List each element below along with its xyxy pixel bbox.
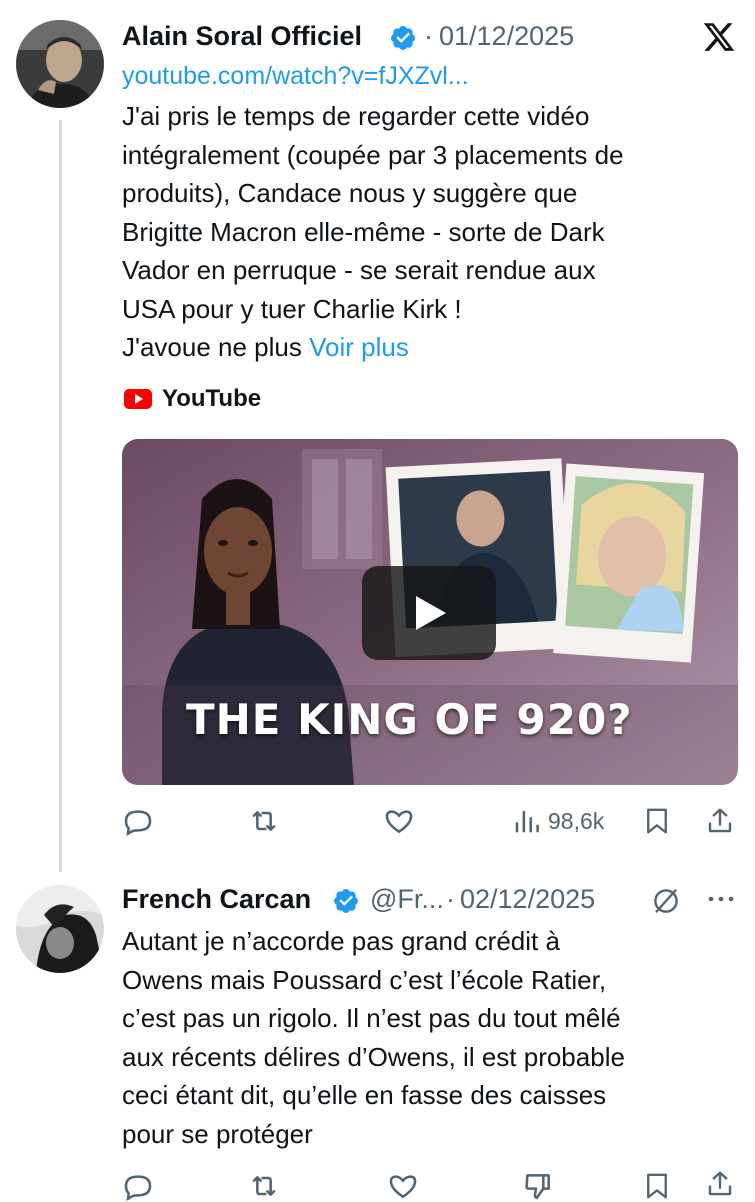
video-thumbnail-card[interactable]: THE KING OF 920? [122, 439, 738, 785]
repost-icon [252, 811, 276, 831]
share-icon [708, 808, 732, 833]
views-button[interactable]: 98,6k [512, 805, 604, 837]
repost-button[interactable] [247, 805, 281, 837]
bookmark-button[interactable] [642, 1170, 672, 1202]
views-icon [515, 811, 539, 833]
like-button[interactable] [386, 1170, 420, 1202]
separator-dot: · [424, 21, 433, 51]
reply-button[interactable] [122, 805, 154, 837]
bookmark-button[interactable] [642, 805, 672, 837]
more-icon[interactable] [704, 889, 738, 909]
dislike-button[interactable] [522, 1170, 554, 1202]
like-icon [385, 810, 413, 834]
tweet-text-line: intégralement (coupée par 3 placements d… [122, 139, 624, 170]
bookmark-icon [647, 808, 667, 834]
share-button[interactable] [705, 805, 735, 837]
share-icon [708, 1171, 732, 1196]
share-button[interactable] [705, 1168, 735, 1200]
tweet-date[interactable]: 01/12/2025 [439, 21, 574, 52]
reply-text-line: Owens mais Poussard c’est l’école Ratier… [122, 964, 607, 995]
separator-dot: · [446, 884, 455, 914]
reply-author-handle[interactable]: @Fr... [370, 884, 444, 915]
play-icon [416, 596, 446, 630]
tweet-text-line: J'avoue ne plus [122, 332, 310, 362]
tweet-text-line: Vador en perruque - se serait rendue aux [122, 255, 596, 285]
reply-text-line: ceci étant dit, qu’elle en fasse des cai… [122, 1080, 607, 1110]
verified-badge-icon [389, 24, 417, 52]
reply-author-avatar[interactable] [16, 885, 104, 973]
reply-date[interactable]: 02/12/2025 [460, 884, 595, 915]
play-button[interactable] [362, 566, 496, 660]
x-logo-icon[interactable] [701, 20, 737, 54]
dislike-icon [525, 1174, 550, 1200]
youtube-link[interactable]: youtube.com/watch?v=fJXZvl... [122, 62, 469, 91]
reply-text: Autant je n’accorde pas grand crédit à O… [122, 922, 742, 1153]
tweet-text-last-line: J'avoue ne plus Voir plus [122, 328, 742, 367]
repost-button[interactable] [247, 1170, 281, 1202]
reply-button[interactable] [122, 1170, 154, 1202]
views-count: 98,6k [548, 807, 605, 834]
grok-icon[interactable] [650, 886, 682, 916]
tweet-text-line: J'ai pris le temps de regarder cette vid… [122, 101, 590, 131]
like-button[interactable] [382, 805, 416, 837]
repost-icon [252, 1176, 276, 1196]
tweet-text: J'ai pris le temps de regarder cette vid… [122, 97, 742, 367]
author-avatar[interactable] [16, 20, 104, 108]
verified-badge-icon [332, 887, 360, 915]
thumbnail-caption: THE KING OF 920? [186, 695, 633, 744]
see-more-link[interactable]: Voir plus [309, 332, 409, 362]
bookmark-icon [647, 1173, 667, 1199]
reply-text-line: pour se protéger [122, 1118, 313, 1149]
youtube-icon [124, 389, 152, 409]
tweet-text-line: produits), Candace nous y suggère que [122, 178, 578, 208]
reply-text-line: aux récents délires d’Owens, il est prob… [122, 1041, 625, 1072]
tweet-text-line: USA pour y tuer Charlie Kirk ! [122, 293, 462, 324]
reply-icon [124, 810, 152, 837]
author-name[interactable]: Alain Soral Officiel [122, 21, 362, 52]
reply-text-line: c’est pas un rigolo. Il n’est pas du tou… [122, 1003, 621, 1033]
like-icon [389, 1175, 417, 1199]
tweet-text-line: Brigitte Macron elle-même - sorte de Dar… [122, 216, 605, 247]
reply-text-line: Autant je n’accorde pas grand crédit à [122, 926, 560, 956]
link-source-label: YouTube [162, 385, 262, 412]
reply-author-name[interactable]: French Carcan [122, 884, 311, 915]
reply-icon [124, 1175, 152, 1202]
thread-connector-line [59, 120, 62, 872]
